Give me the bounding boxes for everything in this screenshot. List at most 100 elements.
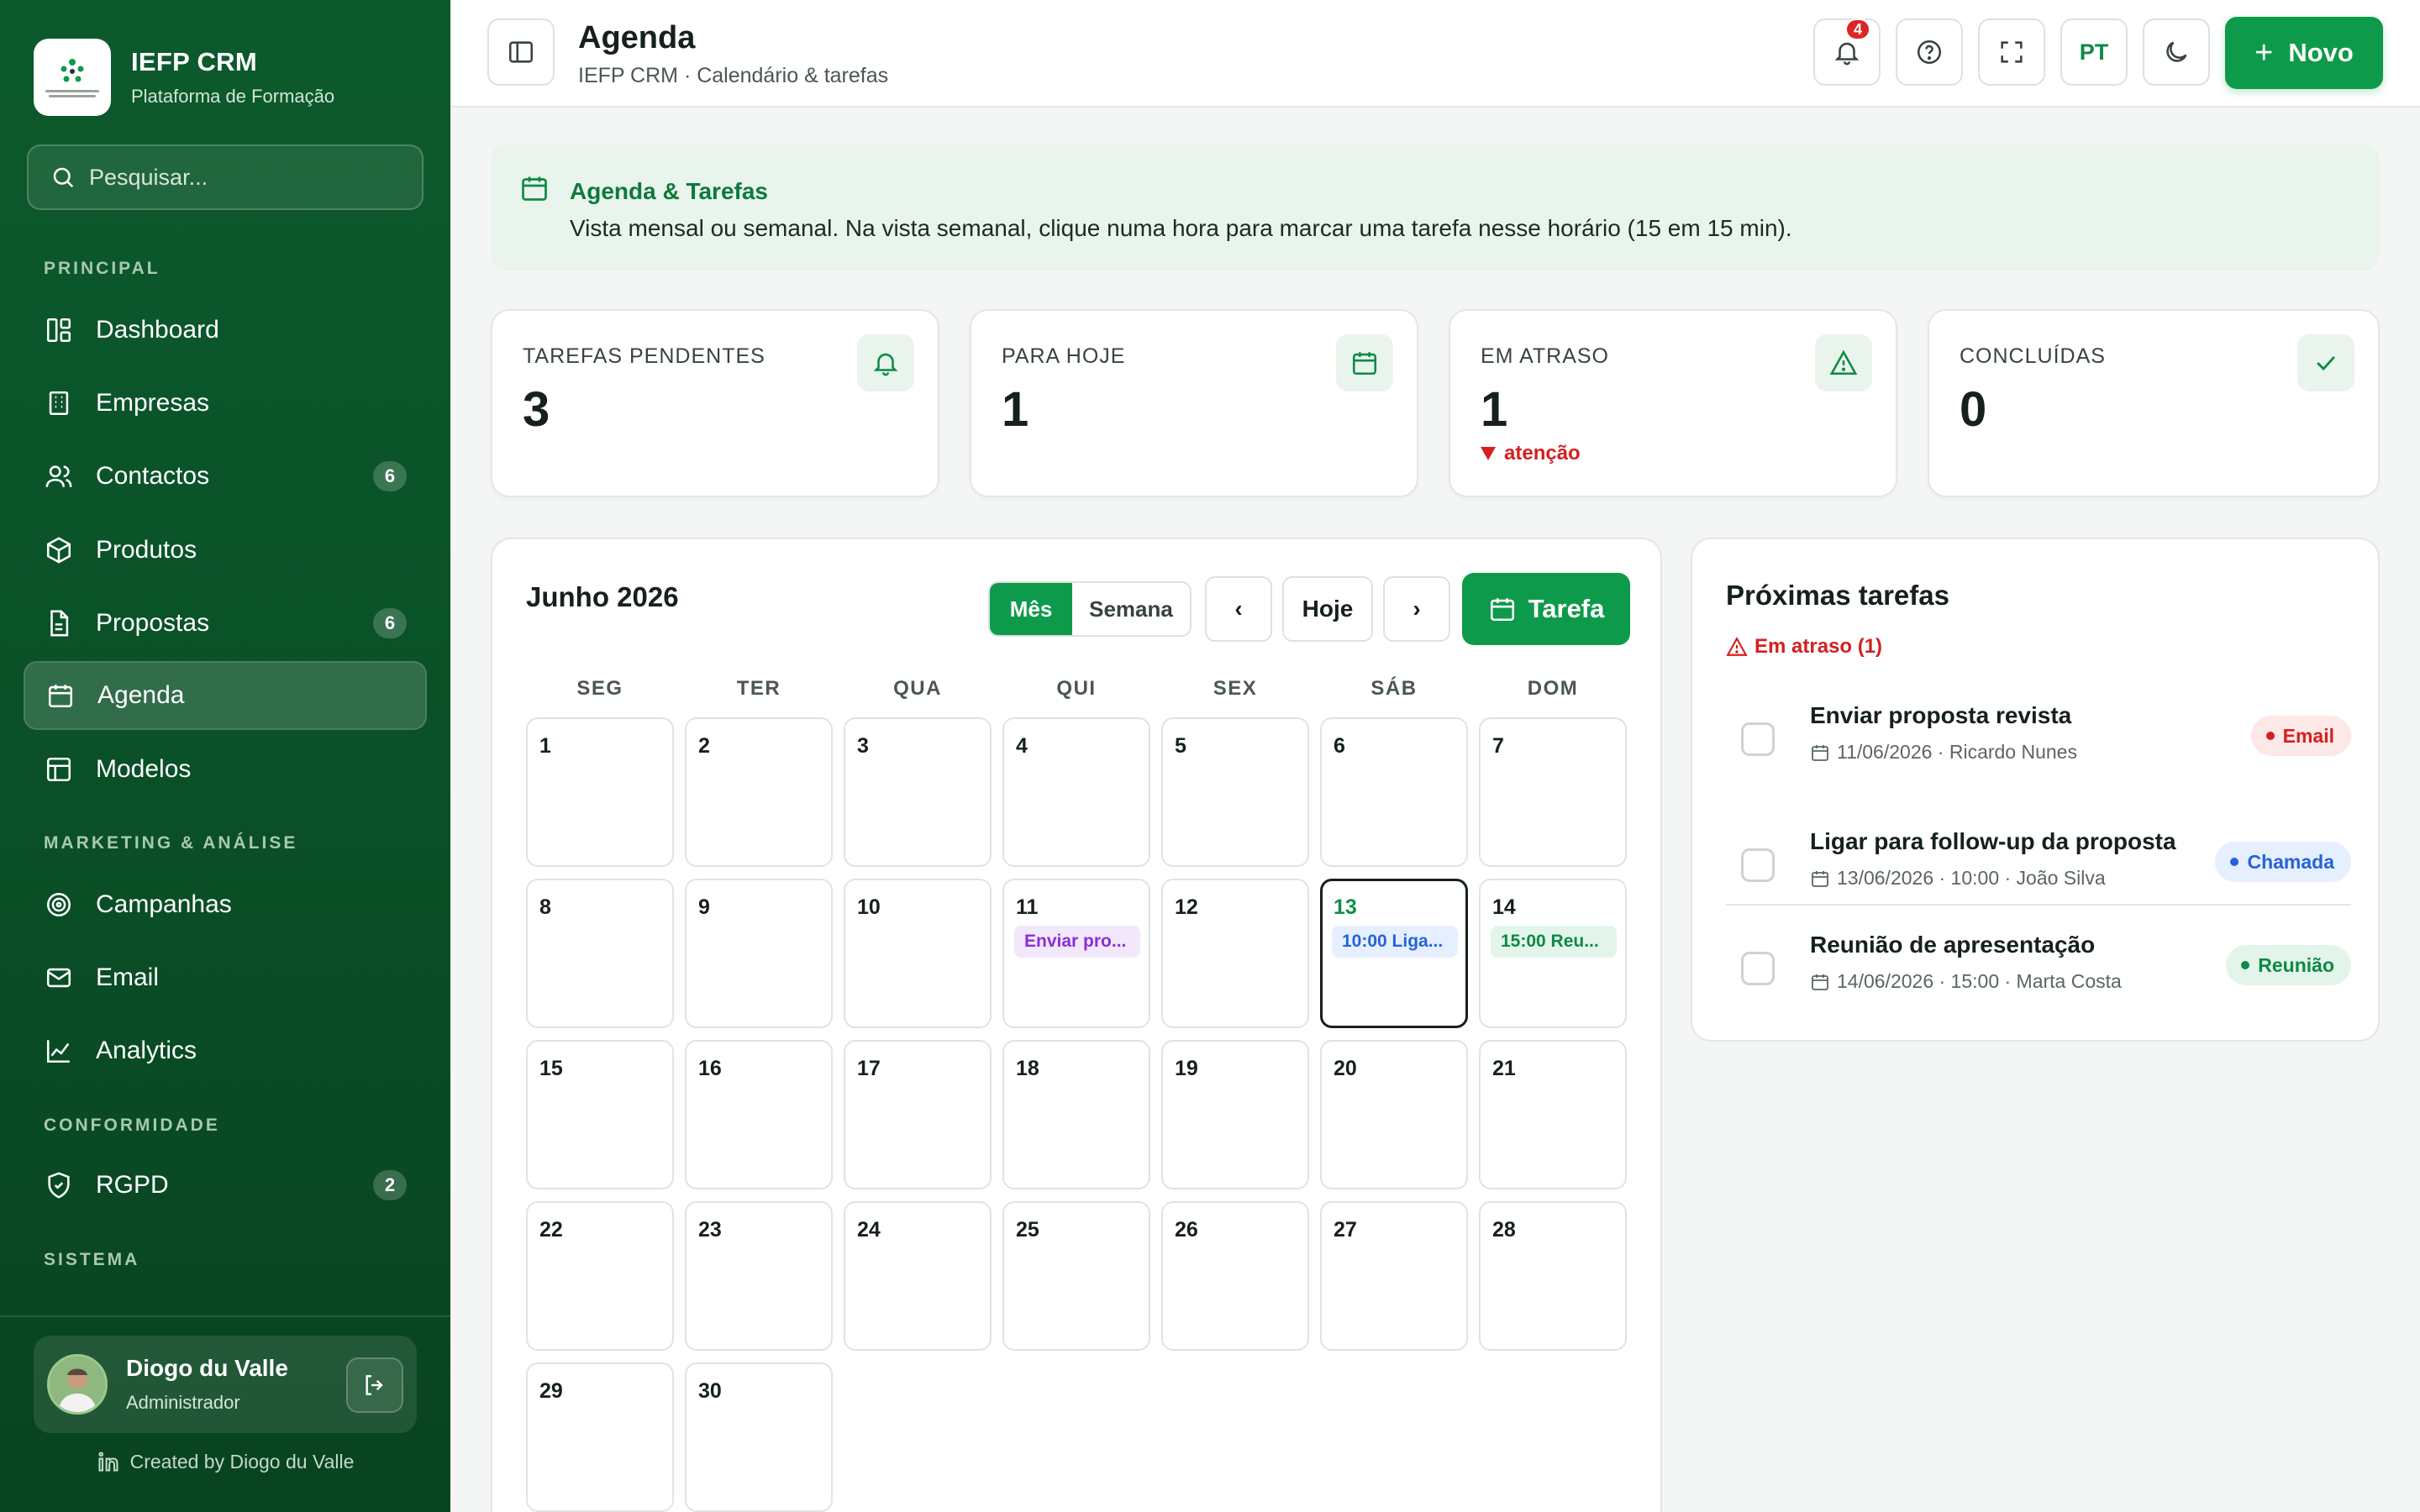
notifications-button[interactable]: 4 <box>1813 18 1881 86</box>
sidebar-item-label: Contactos <box>96 462 210 490</box>
day-number: 8 <box>539 895 551 919</box>
sidebar-item-analytics[interactable]: Analytics <box>24 1016 427 1085</box>
sidebar-item-empresas[interactable]: Empresas <box>24 369 427 438</box>
calendar-day[interactable]: 5 <box>1161 717 1309 867</box>
sidebar-item-campanhas[interactable]: Campanhas <box>24 870 427 939</box>
language-label: PT <box>2079 39 2109 65</box>
sidebar-toggle-icon <box>508 41 534 63</box>
calendar-day[interactable]: 11 Enviar pro... <box>1002 879 1150 1028</box>
calendar-icon <box>519 173 550 203</box>
day-number: 22 <box>539 1218 563 1242</box>
calendar-event[interactable]: 10:00 Liga... <box>1332 926 1458 958</box>
view-week-button[interactable]: Semana <box>1072 583 1190 635</box>
calendar-month-title: Junho 2026 <box>526 581 679 612</box>
stat-value: 0 <box>1960 382 1987 437</box>
overdue-heading: Em atraso (1) <box>1726 635 1882 659</box>
calendar-day[interactable]: 3 <box>844 717 992 867</box>
fullscreen-button[interactable] <box>1978 18 2045 86</box>
calendar-day[interactable]: 22 <box>526 1201 674 1351</box>
task-item[interactable]: Ligar para follow-up da proposta 13/06/2… <box>1726 825 2351 909</box>
calendar-day[interactable]: 7 <box>1479 717 1627 867</box>
calendar-day[interactable]: 14 15:00 Reu... <box>1479 879 1627 1028</box>
language-button[interactable]: PT <box>2060 18 2128 86</box>
day-number: 11 <box>1016 895 1039 919</box>
task-item[interactable]: Reunião de apresentação 14/06/2026 · 15:… <box>1726 928 2351 1012</box>
calendar-day[interactable]: 26 <box>1161 1201 1309 1351</box>
prev-month-button[interactable]: ‹ <box>1205 576 1272 642</box>
task-checkbox[interactable] <box>1741 952 1775 985</box>
calendar-day[interactable]: 24 <box>844 1201 992 1351</box>
target-icon <box>44 890 74 920</box>
next-month-button[interactable]: › <box>1383 576 1450 642</box>
calendar-event[interactable]: Enviar pro... <box>1014 926 1140 958</box>
calendar-day[interactable]: 25 <box>1002 1201 1150 1351</box>
sidebar-item-modelos[interactable]: Modelos <box>24 735 427 804</box>
sidebar-toggle-button[interactable] <box>487 18 555 86</box>
sidebar-item-rgpd[interactable]: RGPD 2 <box>24 1151 427 1220</box>
sidebar-item-produtos[interactable]: Produtos <box>24 516 427 585</box>
calendar-day[interactable]: 16 <box>685 1040 833 1189</box>
calendar-day[interactable]: 28 <box>1479 1201 1627 1351</box>
sidebar-item-label: RGPD <box>96 1171 169 1199</box>
sidebar-item-propostas[interactable]: Propostas 6 <box>24 589 427 658</box>
add-task-button[interactable]: Tarefa <box>1462 573 1630 645</box>
avatar <box>47 1354 108 1415</box>
new-button[interactable]: + Novo <box>2225 17 2383 89</box>
linkedin-icon <box>98 1452 118 1472</box>
calendar-day[interactable]: 30 <box>685 1362 833 1512</box>
sidebar-item-email[interactable]: Email <box>24 943 427 1012</box>
calendar-event[interactable]: 15:00 Reu... <box>1491 926 1617 958</box>
calendar-day[interactable]: 15 <box>526 1040 674 1189</box>
search-input[interactable] <box>89 164 408 191</box>
calendar-day[interactable]: 1 <box>526 717 674 867</box>
task-meta-text: 11/06/2026 · Ricardo Nunes <box>1837 741 2077 763</box>
calendar-day[interactable]: 27 <box>1320 1201 1468 1351</box>
credit-line[interactable]: Created by Diogo du Valle <box>0 1450 450 1473</box>
today-button[interactable]: Hoje <box>1282 576 1373 642</box>
sidebar-item-agenda[interactable]: Agenda <box>24 661 427 730</box>
calendar-day[interactable]: 2 <box>685 717 833 867</box>
sidebar-item-contactos[interactable]: Contactos 6 <box>24 442 427 511</box>
calendar-day[interactable]: 9 <box>685 879 833 1028</box>
day-number: 30 <box>698 1379 722 1403</box>
theme-toggle-button[interactable] <box>2143 18 2210 86</box>
calendar-day[interactable]: 20 <box>1320 1040 1468 1189</box>
building-icon <box>44 388 74 418</box>
user-card[interactable]: Diogo du Valle Administrador <box>34 1336 417 1433</box>
day-number: 23 <box>698 1218 722 1242</box>
page-title: Agenda <box>578 20 696 55</box>
search-box[interactable] <box>27 144 424 210</box>
calendar-day[interactable]: 12 <box>1161 879 1309 1028</box>
bell-icon <box>857 334 914 391</box>
task-type-label: Chamada <box>2247 850 2334 873</box>
calendar-day[interactable]: 6 <box>1320 717 1468 867</box>
sidebar-item-dashboard[interactable]: Dashboard <box>24 296 427 365</box>
task-divider <box>1726 904 2351 906</box>
task-meta: 13/06/2026 · 10:00 · João Silva <box>1810 867 2106 890</box>
shield-icon <box>44 1170 74 1200</box>
calendar-day[interactable]: 17 <box>844 1040 992 1189</box>
calendar-day[interactable]: 10 <box>844 879 992 1028</box>
brand[interactable]: IEFP CRM Plataforma de Formação <box>34 39 334 116</box>
calendar-day[interactable]: 29 <box>526 1362 674 1512</box>
calendar-icon <box>1336 334 1393 391</box>
calendar-day-today[interactable]: 13 10:00 Liga... <box>1320 879 1468 1028</box>
view-month-button[interactable]: Mês <box>990 583 1072 635</box>
help-button[interactable] <box>1896 18 1963 86</box>
logout-button[interactable] <box>346 1357 403 1413</box>
task-checkbox[interactable] <box>1741 722 1775 756</box>
brand-title: IEFP CRM <box>131 47 257 76</box>
task-item[interactable]: Enviar proposta revista 11/06/2026 · Ric… <box>1726 699 2351 783</box>
logo-star-icon <box>60 59 84 82</box>
calendar-day[interactable]: 21 <box>1479 1040 1627 1189</box>
calendar-day[interactable]: 8 <box>526 879 674 1028</box>
section-title-conformidade: CONFORMIDADE <box>44 1116 220 1135</box>
calendar-day[interactable]: 23 <box>685 1201 833 1351</box>
calendar-day[interactable]: 19 <box>1161 1040 1309 1189</box>
task-checkbox[interactable] <box>1741 848 1775 882</box>
calendar-day[interactable]: 4 <box>1002 717 1150 867</box>
calendar-day[interactable]: 18 <box>1002 1040 1150 1189</box>
mail-icon <box>44 963 74 993</box>
calendar-icon <box>1812 870 1828 887</box>
day-number: 28 <box>1492 1218 1516 1242</box>
